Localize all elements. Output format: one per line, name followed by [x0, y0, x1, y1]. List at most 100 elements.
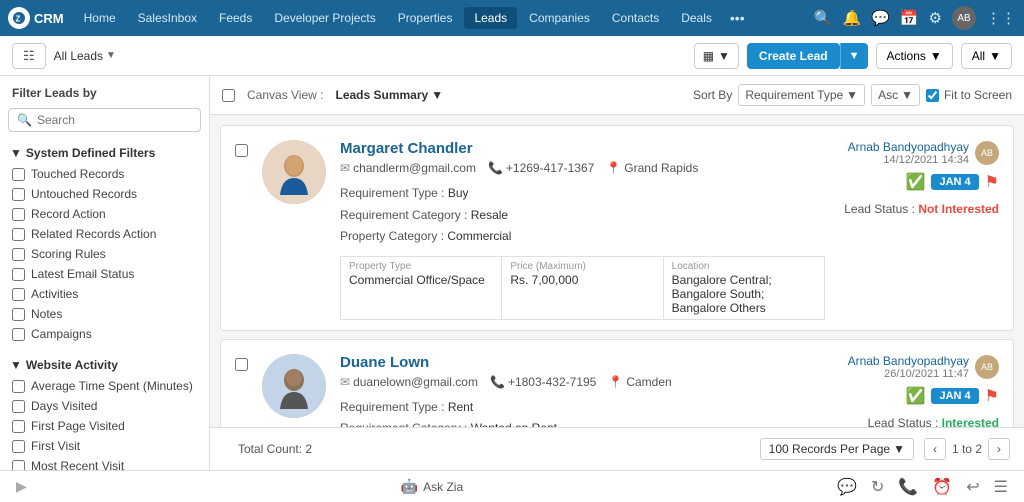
filter-first-page-visited[interactable]: First Page Visited	[8, 416, 201, 436]
filter-untouched-records[interactable]: Untouched Records	[8, 184, 201, 204]
untouched-records-checkbox[interactable]	[12, 188, 25, 201]
campaigns-checkbox[interactable]	[12, 328, 25, 341]
latest-email-status-label: Latest Email Status	[31, 267, 134, 281]
footer-refresh-icon[interactable]: ↻	[871, 477, 884, 497]
footer-phone-icon[interactable]: 📞	[898, 477, 918, 497]
filter-scoring-rules[interactable]: Scoring Rules	[8, 244, 201, 264]
dropdown-arrow-icon: ▼	[106, 50, 116, 61]
lead-name-1[interactable]: Margaret Chandler	[340, 140, 825, 157]
footer-clock-icon[interactable]: ⏰	[932, 477, 952, 497]
settings-icon[interactable]: ⚙	[929, 9, 942, 27]
phone-icon-1: 📞	[488, 161, 503, 175]
filter-campaigns[interactable]: Campaigns	[8, 324, 201, 344]
user-avatar[interactable]: AB	[952, 6, 976, 30]
search-icon[interactable]: 🔍	[814, 9, 833, 27]
create-lead-split-button[interactable]: ▼	[840, 43, 868, 69]
days-visited-checkbox[interactable]	[12, 400, 25, 413]
bottom-footer: ▶ 🤖 Ask Zia 💬 ↻ 📞 ⏰ ↩ ☰	[0, 470, 1024, 502]
filter-notes[interactable]: Notes	[8, 304, 201, 324]
create-lead-button[interactable]: Create Lead	[747, 43, 840, 69]
location-icon-1: 📍	[606, 161, 621, 175]
filter-first-visit[interactable]: First Visit	[8, 436, 201, 456]
bell-icon[interactable]: 🔔	[842, 9, 861, 27]
req-cat-value-2: Wanted on Rent	[471, 421, 557, 427]
nav-companies[interactable]: Companies	[519, 7, 600, 29]
most-recent-visit-checkbox[interactable]	[12, 460, 25, 471]
filter-days-visited[interactable]: Days Visited	[8, 396, 201, 416]
nav-properties[interactable]: Properties	[388, 7, 463, 29]
chat-icon[interactable]: 💬	[871, 9, 890, 27]
nav-feeds[interactable]: Feeds	[209, 7, 262, 29]
select-all-checkbox[interactable]	[222, 89, 235, 102]
assignee-name-2[interactable]: Arnab Bandyopadhyay	[848, 354, 969, 368]
fit-to-screen[interactable]: Fit to Screen	[926, 88, 1012, 102]
search-box[interactable]: 🔍	[8, 108, 201, 132]
activities-checkbox[interactable]	[12, 288, 25, 301]
lead-name-2[interactable]: Duane Lown	[340, 354, 825, 371]
filter-record-action[interactable]: Record Action	[8, 204, 201, 224]
grid-icon[interactable]: ⋮⋮	[986, 9, 1016, 27]
all-label: All	[972, 49, 985, 63]
activities-label: Activities	[31, 287, 78, 301]
canvas-view-select[interactable]: Leads Summary ▼	[335, 88, 443, 102]
avg-time-spent-checkbox[interactable]	[12, 380, 25, 393]
email-value-2: duanelown@gmail.com	[353, 375, 478, 389]
notes-checkbox[interactable]	[12, 308, 25, 321]
most-recent-visit-label: Most Recent Visit	[31, 459, 124, 470]
scoring-rules-checkbox[interactable]	[12, 248, 25, 261]
sidebar-title: Filter Leads by	[8, 86, 201, 100]
filter-label: All Leads	[54, 49, 103, 63]
filter-most-recent-visit[interactable]: Most Recent Visit	[8, 456, 201, 470]
sort-field-select[interactable]: Requirement Type ▼	[738, 84, 865, 106]
filter-latest-email-status[interactable]: Latest Email Status	[8, 264, 201, 284]
pagination-prev-button[interactable]: ‹	[924, 438, 946, 460]
all-button[interactable]: All ▼	[961, 43, 1012, 69]
footer-undo-icon[interactable]: ↩	[966, 477, 979, 497]
main-layout: Filter Leads by 🔍 ▼ System Defined Filte…	[0, 76, 1024, 470]
zia-icon: 🤖	[401, 478, 418, 495]
toolbar-right: ▦ ▼ Create Lead ▼ Actions ▼ All ▼	[694, 43, 1012, 69]
touched-records-checkbox[interactable]	[12, 168, 25, 181]
search-input[interactable]	[37, 113, 192, 127]
nav-leads[interactable]: Leads	[464, 7, 517, 29]
record-action-checkbox[interactable]	[12, 208, 25, 221]
first-visit-checkbox[interactable]	[12, 440, 25, 453]
first-page-visited-checkbox[interactable]	[12, 420, 25, 433]
sort-order-select[interactable]: Asc ▼	[871, 84, 920, 106]
nav-developer-projects[interactable]: Developer Projects	[264, 7, 385, 29]
actions-button[interactable]: Actions ▼	[876, 43, 953, 69]
latest-email-status-checkbox[interactable]	[12, 268, 25, 281]
nav-home[interactable]: Home	[74, 7, 126, 29]
related-records-action-checkbox[interactable]	[12, 228, 25, 241]
badge-flag-icon-2: ⚑	[985, 386, 999, 406]
calendar-icon[interactable]: 📅	[900, 9, 919, 27]
filter-activities[interactable]: Activities	[8, 284, 201, 304]
canvas-area: Canvas View : Leads Summary ▼ Sort By Re…	[210, 76, 1024, 470]
footer-chat-icon[interactable]: 💬	[837, 477, 857, 497]
lead-select-checkbox-1[interactable]	[235, 144, 248, 157]
location-value-1: Grand Rapids	[624, 161, 698, 175]
prop-type-cell-1: Property Type Commercial Office/Space	[340, 256, 501, 320]
fit-to-screen-checkbox[interactable]	[926, 89, 939, 102]
filter-button[interactable]: ☷	[12, 43, 46, 69]
canvas-view-label: Canvas View :	[247, 88, 323, 102]
nav-deals[interactable]: Deals	[671, 7, 722, 29]
assignee-name-1[interactable]: Arnab Bandyopadhyay	[848, 140, 969, 154]
canvas-view-name: Leads Summary	[335, 88, 428, 102]
pagination-next-button[interactable]: ›	[988, 438, 1010, 460]
nav-salesinbox[interactable]: SalesInbox	[128, 7, 207, 29]
view-toggle-button[interactable]: ▦ ▼	[694, 43, 739, 69]
website-activity-title[interactable]: ▼ Website Activity	[8, 354, 201, 376]
crm-logo[interactable]: Z CRM	[8, 7, 64, 29]
zia-button[interactable]: 🤖 Ask Zia	[401, 478, 463, 495]
system-filters-title[interactable]: ▼ System Defined Filters	[8, 142, 201, 164]
footer-menu-icon[interactable]: ☰	[994, 477, 1008, 497]
nav-contacts[interactable]: Contacts	[602, 7, 669, 29]
filter-avg-time-spent[interactable]: Average Time Spent (Minutes)	[8, 376, 201, 396]
leads-filter-dropdown[interactable]: All Leads ▼	[54, 49, 116, 63]
nav-more[interactable]: •••	[724, 6, 751, 30]
filter-touched-records[interactable]: Touched Records	[8, 164, 201, 184]
records-per-page-select[interactable]: 100 Records Per Page ▼	[760, 438, 914, 460]
filter-related-records-action[interactable]: Related Records Action	[8, 224, 201, 244]
lead-select-checkbox-2[interactable]	[235, 358, 248, 371]
